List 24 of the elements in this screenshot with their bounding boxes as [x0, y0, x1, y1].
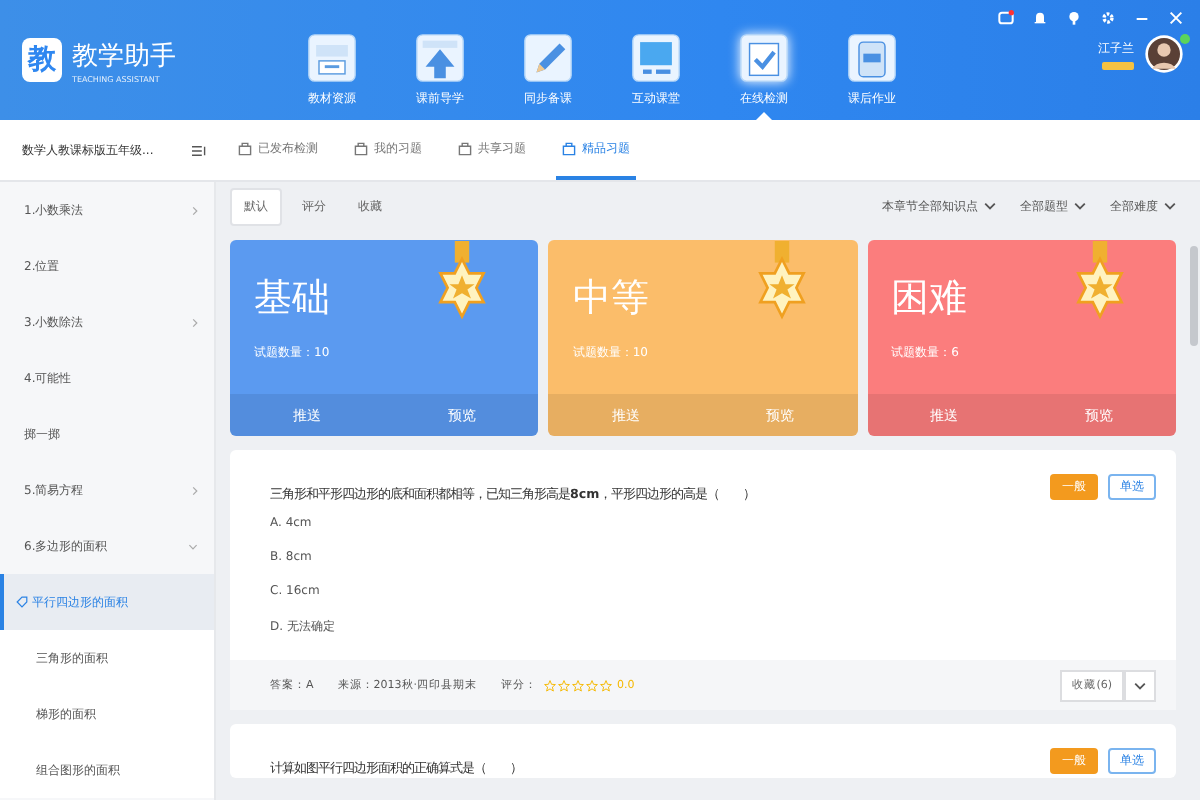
upload-icon [414, 32, 466, 84]
avatar-icon[interactable] [1144, 34, 1184, 74]
scrollbar[interactable] [1190, 246, 1198, 346]
chevron-down-icon [1164, 202, 1176, 210]
bulb-icon[interactable] [1066, 10, 1082, 26]
close-icon[interactable] [1168, 10, 1184, 26]
app-logo: 教 [22, 38, 62, 82]
tag-icon [16, 596, 28, 608]
star-rating[interactable] [543, 679, 612, 691]
settings-icon[interactable] [1100, 10, 1116, 26]
level-title: 困难 [891, 274, 968, 324]
monitor-icon [630, 32, 682, 84]
message-icon[interactable] [998, 10, 1014, 26]
pencil-icon [522, 32, 574, 84]
list-icon[interactable] [192, 143, 206, 157]
level-title: 中等 [572, 274, 649, 324]
chevron-down-icon [1074, 202, 1086, 210]
chevron-down-icon [984, 202, 996, 210]
level-title: 基础 [254, 274, 330, 324]
chevron-down-icon [1134, 681, 1146, 689]
tray-icon [306, 32, 358, 84]
app-name: 教学助手 [72, 39, 176, 73]
clipboard-check-icon [738, 32, 790, 84]
bell-icon[interactable] [1032, 10, 1048, 26]
